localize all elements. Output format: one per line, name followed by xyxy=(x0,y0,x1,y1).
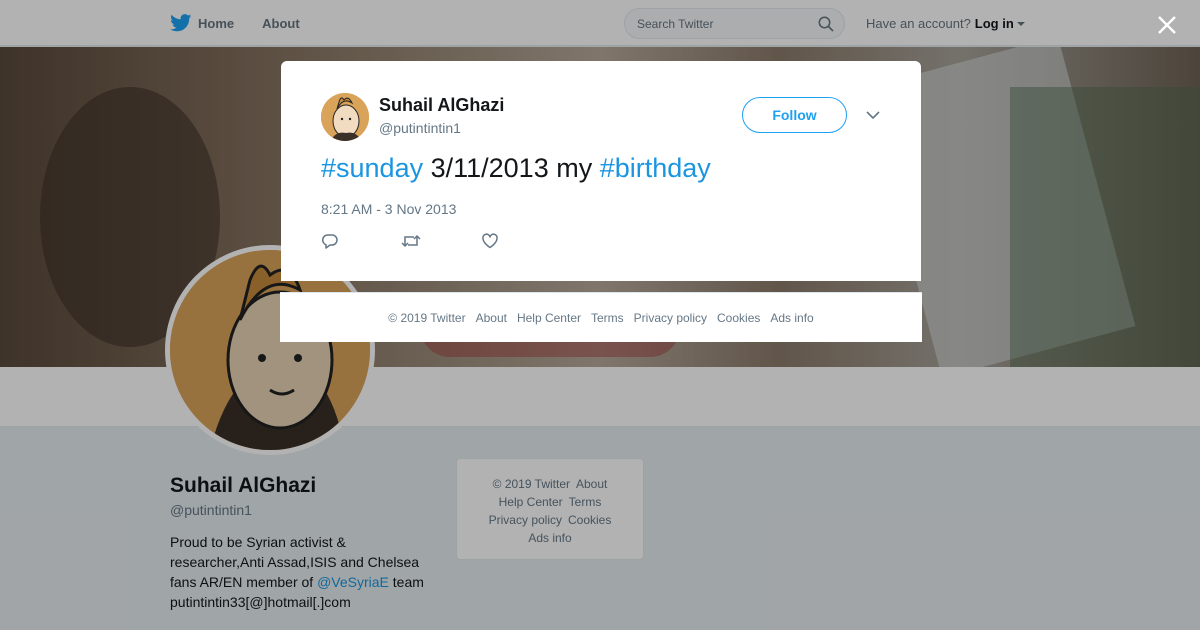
footer-about-link[interactable]: About xyxy=(476,311,507,325)
retweet-button[interactable] xyxy=(401,232,481,250)
retweet-icon xyxy=(401,234,421,248)
follow-button[interactable]: Follow xyxy=(742,97,847,133)
close-icon[interactable] xyxy=(1154,12,1180,38)
footer-help-link[interactable]: Help Center xyxy=(517,311,581,325)
tweet-modal: Suhail AlGhazi @putintintin1 Follow #sun… xyxy=(281,61,921,281)
footer-copyright: © 2019 Twitter xyxy=(388,310,466,325)
footer-privacy-link[interactable]: Privacy policy xyxy=(634,311,707,325)
hashtag-link[interactable]: #birthday xyxy=(600,153,711,183)
tweet-text: #sunday 3/11/2013 my #birthday xyxy=(321,153,711,184)
reply-button[interactable] xyxy=(321,232,401,250)
hashtag-link[interactable]: #sunday xyxy=(321,153,423,183)
footer-ads-link[interactable]: Ads info xyxy=(770,311,813,325)
tweet-actions xyxy=(321,232,561,250)
tweet-author-avatar[interactable] xyxy=(321,93,369,141)
modal-footer: © 2019 Twitter About Help Center Terms P… xyxy=(280,292,922,342)
chevron-down-icon[interactable] xyxy=(865,107,881,123)
like-button[interactable] xyxy=(481,232,561,250)
tweet-text-body: 3/11/2013 my xyxy=(423,153,600,183)
like-icon xyxy=(482,233,498,249)
footer-terms-link[interactable]: Terms xyxy=(591,311,624,325)
tweet-author-name[interactable]: Suhail AlGhazi xyxy=(379,95,504,116)
tweet-timestamp[interactable]: 8:21 AM - 3 Nov 2013 xyxy=(321,201,456,217)
tweet-author-handle[interactable]: @putintintin1 xyxy=(379,120,461,136)
reply-icon xyxy=(321,234,338,249)
avatar-illustration xyxy=(321,93,369,141)
footer-cookies-link[interactable]: Cookies xyxy=(717,311,760,325)
